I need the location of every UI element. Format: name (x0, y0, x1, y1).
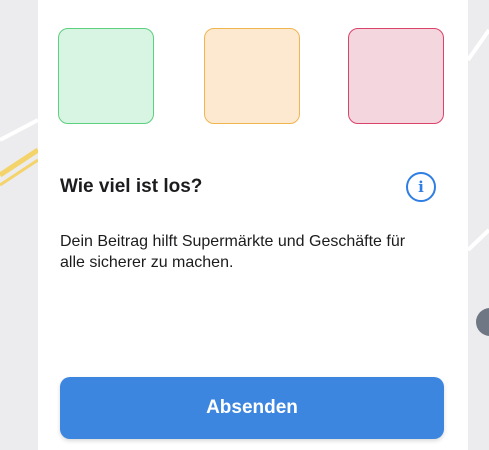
crowd-level-medium-option[interactable] (204, 28, 300, 124)
description-text: Dein Beitrag hilft Supermärkte und Gesch… (60, 233, 406, 271)
map-background-right (468, 0, 489, 450)
question-title: Wie viel ist los? (60, 176, 203, 197)
crowd-level-high-option[interactable] (348, 28, 444, 124)
map-background-left (0, 0, 38, 450)
report-sheet: Wie viel ist los? i Dein Beitrag hilft S… (38, 0, 468, 450)
info-button[interactable]: i (406, 172, 436, 202)
map-roads-left (0, 118, 38, 187)
crowd-level-low-option[interactable] (58, 28, 154, 124)
map-roads-right (468, 28, 489, 336)
submit-button[interactable]: Absenden (60, 377, 444, 439)
info-icon: i (418, 177, 424, 196)
